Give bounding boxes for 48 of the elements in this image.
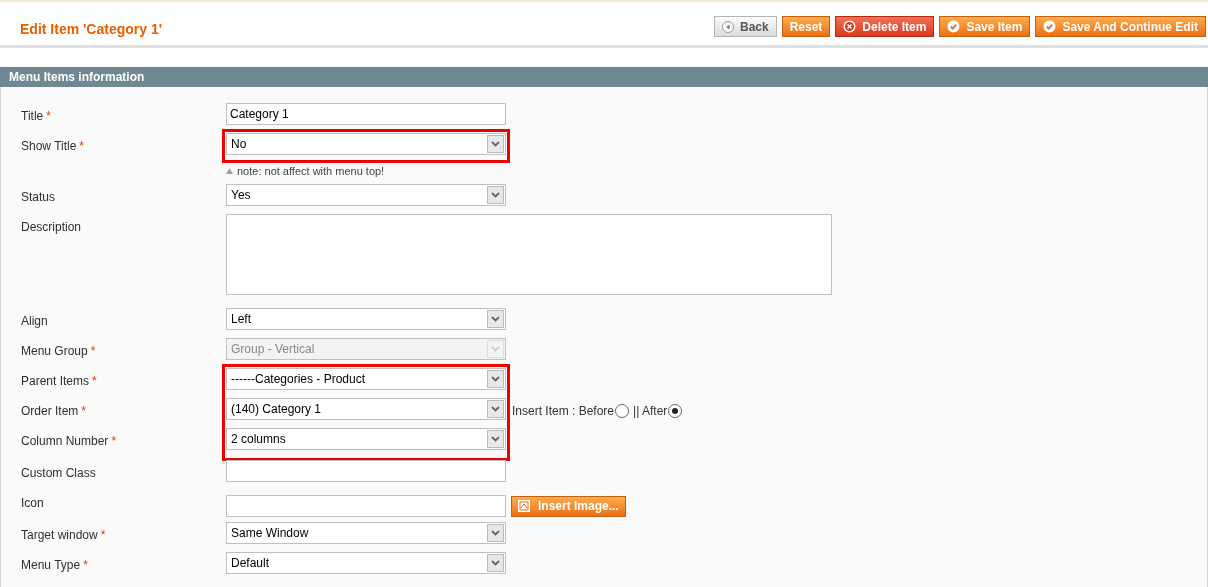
field-label: Target window *	[21, 527, 107, 544]
chevron-down-icon	[487, 340, 504, 358]
check-icon	[947, 20, 961, 33]
select-field[interactable]: 2 columns	[226, 428, 506, 450]
select-field[interactable]: Default	[226, 552, 506, 574]
section-header: Menu Items information	[0, 67, 1208, 87]
radio-label: Insert Item : Before	[512, 403, 615, 420]
page-title: Edit Item 'Category 1'	[20, 20, 163, 39]
field-label: Icon	[21, 495, 45, 512]
chevron-down-icon	[487, 430, 504, 448]
chevron-down-icon	[487, 310, 504, 328]
text-field[interactable]: Category 1	[226, 103, 506, 125]
image-icon	[518, 500, 530, 512]
check-icon	[1043, 20, 1057, 33]
select-field[interactable]: (140) Category 1	[226, 398, 506, 420]
field-note: note: not affect with menu top!	[226, 164, 385, 178]
field-label: Description	[21, 219, 83, 236]
chevron-down-icon	[487, 400, 504, 418]
close-icon	[843, 20, 857, 33]
field-label: Column Number *	[21, 433, 118, 450]
chevron-down-icon	[487, 554, 504, 572]
chevron-down-icon	[487, 186, 504, 204]
field-label: Custom Class	[21, 465, 97, 482]
select-field[interactable]: Yes	[226, 184, 506, 206]
field-label: Order Item *	[21, 403, 88, 420]
radio-label: || After	[633, 403, 668, 420]
select-field[interactable]: Left	[226, 308, 506, 330]
delete-button[interactable]: Delete Item	[835, 16, 935, 37]
field-label: Menu Group *	[21, 343, 97, 360]
text-field[interactable]	[226, 460, 506, 482]
field-label: Align	[21, 313, 49, 330]
description-field[interactable]	[226, 214, 832, 295]
triangle-icon	[226, 168, 233, 174]
field-label: Title *	[21, 108, 52, 125]
field-label: Status	[21, 189, 57, 206]
radio-button[interactable]	[668, 404, 683, 418]
chevron-down-icon	[487, 370, 504, 388]
field-label: Parent Items *	[21, 373, 98, 390]
back-button[interactable]: Back	[714, 16, 777, 37]
field-label: Show Title *	[21, 138, 86, 155]
chevron-down-icon	[487, 135, 504, 153]
select-field[interactable]: ------Categories - Product	[226, 368, 506, 390]
chevron-down-icon	[487, 524, 504, 542]
icon-field[interactable]	[226, 495, 506, 517]
field-label: Menu Type *	[21, 557, 89, 574]
select-field[interactable]: Same Window	[226, 522, 506, 544]
radio-button[interactable]	[615, 404, 630, 418]
select-field[interactable]: No	[226, 133, 506, 155]
